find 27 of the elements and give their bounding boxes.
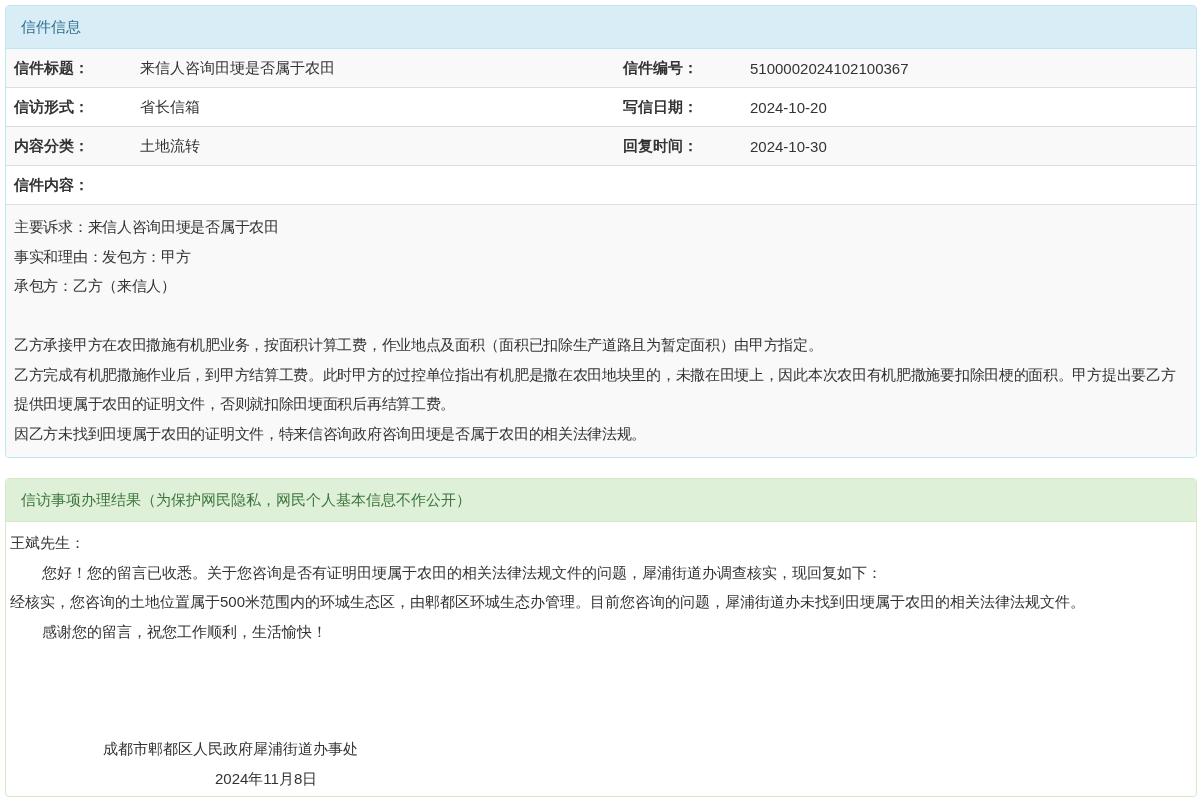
reply-paragraph: 感谢您的留言，祝您工作顺利，生活愉快！	[41, 621, 328, 642]
signature-date: 2024年11月8日	[214, 768, 319, 789]
panel-header: 信件信息	[6, 6, 1196, 49]
letter-paragraph: 乙方承接甲方在农田撒施有机肥业务，按面积计算工费，作业地点及面积（面积已扣除生产道路且为暂定面积）由甲方指定。	[14, 335, 824, 355]
letter-text: 事实和理由：发包方：甲方	[14, 246, 192, 267]
field-value: 2024-10-30	[749, 137, 828, 155]
reply-paragraph: 经核实，您咨询的土地位置属于500米范围内的环城生态区，由郫都区环城生态办管理。目前您咨询的问题，犀浦街道办未找到田埂属于农田的相关法律法规文件。	[10, 592, 1087, 612]
signature-office: 成都市郫都区人民政府犀浦街道办事处	[102, 739, 359, 759]
field-label: 回复时间：	[622, 136, 699, 156]
field-label: 信件内容：	[12, 175, 90, 195]
field-value: 来信人咨询田埂是否属于农田	[139, 58, 336, 78]
field-label: 信访形式：	[12, 97, 90, 117]
letter-text: 承包方：乙方（来信人）	[14, 276, 177, 296]
letter-text: 主要诉求：来信人咨询田埂是否属于农田	[14, 217, 280, 237]
letter-paragraph: 乙方完成有机肥撒施作业后，到甲方结算工费。此时甲方的过控单位指出有机肥是撒在农田地块里的，未撒在田埂上，因此本次农田有机肥撒施要扣除田梗的面积。甲方提出要乙方提供田埂属于农田的证明文件，否则就扣除田埂面积后再结算工费。	[14, 364, 1177, 414]
panel-header: 信访事项办理结果（为保护网民隐私，网民个人基本信息不作公开）	[6, 479, 1196, 522]
field-label: 信件编号：	[621, 58, 699, 78]
reply-paragraph: 您好！您的留言已收悉。关于您咨询是否有证明田埂属于农田的相关法律法规文件的问题，犀浦街道办调查核实，现回复如下：	[41, 562, 883, 583]
field-value: 土地流转	[139, 136, 201, 156]
field-label: 信件标题：	[12, 58, 90, 78]
field-label: 写信日期：	[622, 97, 699, 117]
letter-paragraph: 因乙方未找到田埂属于农田的证明文件，特来信咨询政府咨询田埂是否属于农田的相关法律法规。	[14, 423, 648, 444]
field-value: 2024-10-20	[749, 98, 828, 116]
field-label: 内容分类：	[13, 136, 90, 156]
field-value: 5100002024102100367	[749, 59, 910, 77]
field-value: 省长信箱	[139, 97, 201, 117]
reply-paragraph: 王斌先生：	[10, 533, 86, 553]
